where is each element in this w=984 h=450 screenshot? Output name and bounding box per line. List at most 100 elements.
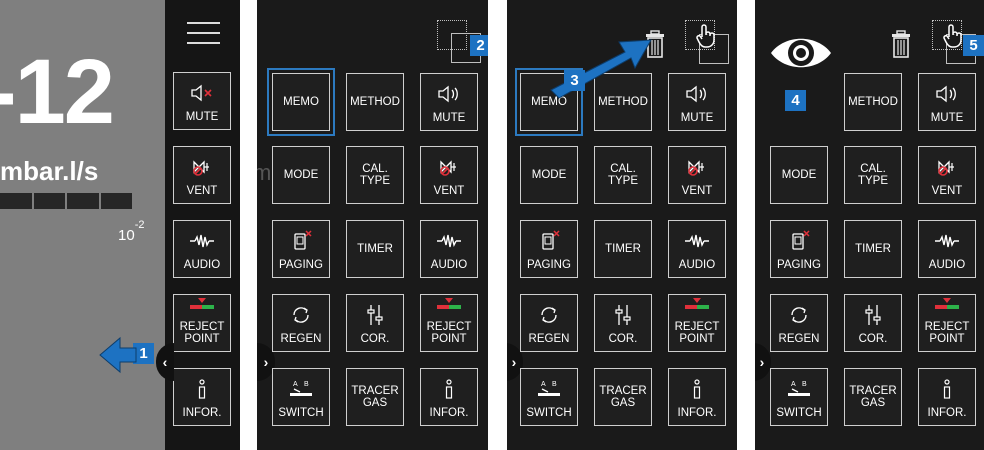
button-label: VENT <box>931 184 963 197</box>
svg-text:A: A <box>791 381 796 388</box>
button-label: VENT <box>681 184 713 197</box>
timer-button[interactable]: TIMER <box>346 220 404 278</box>
button-label: AUDIO <box>678 258 716 271</box>
expand-handle[interactable]: ‹ <box>156 343 174 381</box>
reject-point-button[interactable]: REJECT POINT <box>668 294 726 352</box>
paging-icon <box>290 230 312 251</box>
method-button[interactable]: METHOD <box>844 73 902 131</box>
audio-button[interactable]: AUDIO <box>173 220 231 278</box>
paging-button[interactable]: PAGING <box>520 220 578 278</box>
collapse-handle[interactable]: › <box>755 343 771 381</box>
menu-icon[interactable] <box>187 22 220 52</box>
audio-button[interactable]: AUDIO <box>420 220 478 278</box>
mute-button[interactable]: MUTE <box>918 73 976 131</box>
speaker-icon <box>685 84 709 104</box>
tracer-gas-button[interactable]: TRACER GAS <box>844 368 902 426</box>
cal-type-button[interactable]: CAL. TYPE <box>844 146 902 204</box>
timer-button[interactable]: TIMER <box>594 220 652 278</box>
button-label: CAL. TYPE <box>857 162 889 187</box>
mode-button[interactable]: MODE <box>272 146 330 204</box>
regen-button[interactable]: REGEN <box>520 294 578 352</box>
vent-valve-icon <box>686 157 708 177</box>
step-badge-4: 4 <box>785 90 806 111</box>
info-icon <box>197 379 207 399</box>
button-label: MUTE <box>680 111 714 124</box>
regen-cycle-icon <box>788 305 810 325</box>
button-label: AUDIO <box>928 258 966 271</box>
regen-cycle-icon <box>538 305 560 325</box>
svg-text:B: B <box>304 381 309 388</box>
mode-button[interactable]: MODE <box>770 146 828 204</box>
vent-valve-icon <box>936 157 958 177</box>
timer-button[interactable]: TIMER <box>844 220 902 278</box>
reject-point-button[interactable]: REJECT POINT <box>420 294 478 352</box>
vent-button[interactable]: VENT <box>173 146 231 204</box>
cor-button[interactable]: COR. <box>346 294 404 352</box>
reject-point-button[interactable]: REJECT POINT <box>173 294 231 352</box>
speaker-mute-icon <box>190 83 214 103</box>
leak-rate-value: -12 <box>0 41 115 143</box>
mode-button[interactable]: MODE <box>520 146 578 204</box>
switch-ab-icon: AB <box>288 379 314 399</box>
paging-button[interactable]: PAGING <box>770 220 828 278</box>
hand-pointer-icon <box>695 24 717 53</box>
cor-button[interactable]: COR. <box>594 294 652 352</box>
button-label: MODE <box>531 168 567 181</box>
mute-button[interactable]: MUTE <box>420 73 478 131</box>
svg-text:A: A <box>541 381 546 388</box>
bargraph-segment <box>33 193 65 209</box>
reject-point-icon <box>189 295 215 313</box>
audio-button[interactable]: AUDIO <box>918 220 976 278</box>
button-label: REJECT POINT <box>426 320 472 345</box>
tracer-gas-button[interactable]: TRACER GAS <box>346 368 404 426</box>
vent-button[interactable]: VENT <box>420 146 478 204</box>
slider-adjust-icon <box>613 304 633 325</box>
paging-icon <box>788 230 810 251</box>
step-badge-5: 5 <box>963 35 984 56</box>
button-label: METHOD <box>350 95 400 108</box>
vent-button[interactable]: VENT <box>918 146 976 204</box>
scale-base: 10 <box>118 227 135 244</box>
reject-point-icon <box>934 295 960 313</box>
audio-wave-icon <box>189 231 215 251</box>
paging-button[interactable]: PAGING <box>272 220 330 278</box>
button-label: PAGING <box>777 258 821 271</box>
step-badge-3: 3 <box>564 70 585 91</box>
button-label: MUTE <box>930 111 964 124</box>
info-button[interactable]: INFOR. <box>173 368 231 426</box>
button-label: MUTE <box>432 111 466 124</box>
reject-point-button[interactable]: REJECT POINT <box>918 294 976 352</box>
switch-button[interactable]: A B SWITCH <box>272 368 330 426</box>
cal-type-button[interactable]: CAL. TYPE <box>346 146 404 204</box>
scale-exponent-label: 10-2 <box>118 220 144 244</box>
infor-button[interactable]: INFOR. <box>918 368 976 426</box>
button-label: PAGING <box>527 258 571 271</box>
audio-button[interactable]: AUDIO <box>668 220 726 278</box>
button-label: INFOR. <box>677 406 717 419</box>
regen-button[interactable]: REGEN <box>272 294 330 352</box>
mute-button[interactable]: MUTE <box>173 72 231 130</box>
leak-rate-unit: mbar.l/s <box>0 156 99 186</box>
mute-button[interactable]: MUTE <box>668 73 726 131</box>
infor-button[interactable]: INFOR. <box>668 368 726 426</box>
switch-button[interactable]: A B SWITCH <box>520 368 578 426</box>
regen-button[interactable]: REGEN <box>770 294 828 352</box>
info-icon <box>444 379 454 399</box>
button-label: VENT <box>433 184 465 197</box>
infor-button[interactable]: INFOR. <box>420 368 478 426</box>
trash-icon[interactable] <box>891 30 911 63</box>
reject-point-icon <box>684 295 710 313</box>
arrow-left-icon <box>99 336 137 374</box>
tracer-gas-button[interactable]: TRACER GAS <box>594 368 652 426</box>
button-label: METHOD <box>848 95 898 108</box>
switch-ab-icon: AB <box>786 379 812 399</box>
method-button[interactable]: METHOD <box>346 73 404 131</box>
hand-pointer-icon <box>942 24 964 53</box>
panel-main-display: -12 mbar.l/s 10-2 MUTE VENT AUDIO REJECT <box>0 0 240 450</box>
chevron-right-icon: › <box>263 354 269 370</box>
switch-button[interactable]: A B SWITCH <box>770 368 828 426</box>
button-label: TIMER <box>357 242 393 255</box>
cal-type-button[interactable]: CAL. TYPE <box>594 146 652 204</box>
vent-button[interactable]: VENT <box>668 146 726 204</box>
cor-button[interactable]: COR. <box>844 294 902 352</box>
